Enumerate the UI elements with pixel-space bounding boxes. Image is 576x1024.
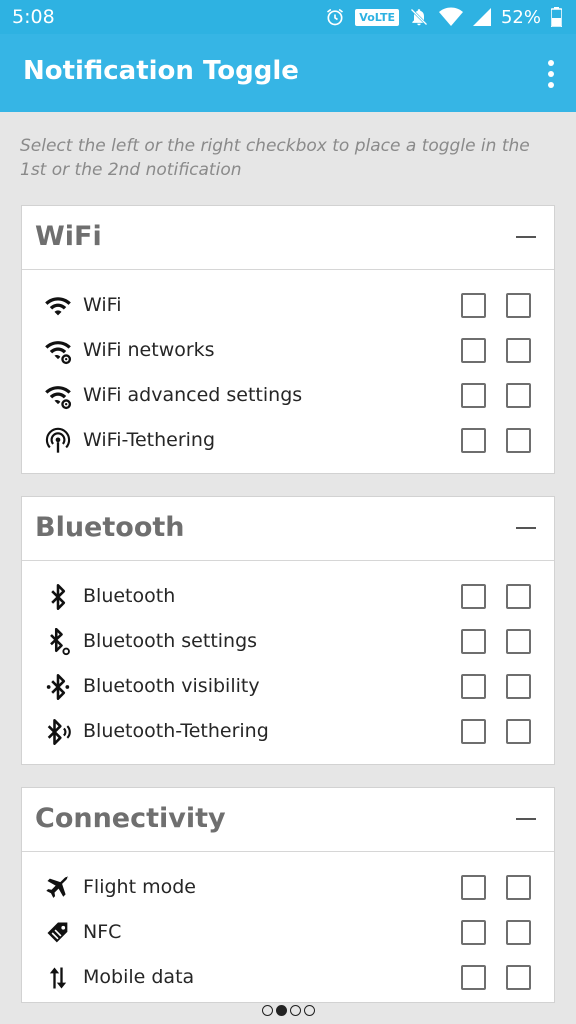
section-card-bluetooth: Bluetooth Bluetooth Bluetooth settings Blu… bbox=[21, 496, 555, 765]
first-notification-checkbox[interactable] bbox=[461, 584, 486, 609]
collapse-icon bbox=[516, 236, 536, 238]
toggle-row: WiFi-Tethering bbox=[22, 418, 554, 463]
nfc-icon bbox=[44, 919, 72, 947]
cell-signal-icon bbox=[472, 8, 491, 26]
second-notification-checkbox[interactable] bbox=[506, 719, 531, 744]
section-rows: WiFi WiFi networks WiFi advanced settings W… bbox=[22, 270, 554, 463]
toggle-label: Bluetooth-Tethering bbox=[83, 720, 269, 742]
first-notification-checkbox[interactable] bbox=[461, 674, 486, 699]
second-notification-checkbox[interactable] bbox=[506, 383, 531, 408]
toggle-row: WiFi bbox=[22, 283, 554, 328]
collapse-button[interactable] bbox=[506, 222, 546, 254]
section-header: Bluetooth bbox=[22, 497, 554, 561]
toggle-row: NFC bbox=[22, 910, 554, 955]
page-dot[interactable] bbox=[303, 1005, 315, 1016]
alarm-icon bbox=[327, 8, 344, 26]
section-title: Bluetooth bbox=[35, 512, 185, 543]
toggle-label: Flight mode bbox=[83, 876, 196, 898]
toggle-row: Bluetooth visibility bbox=[22, 664, 554, 709]
section-card-connectivity: Connectivity Flight mode NFC Mobile data bbox=[21, 787, 555, 1003]
second-notification-checkbox[interactable] bbox=[506, 875, 531, 900]
toggle-row: Bluetooth-Tethering bbox=[22, 709, 554, 754]
app-title: Notification Toggle bbox=[23, 56, 299, 86]
wifi-settings-icon bbox=[44, 337, 72, 365]
volte-badge: VoLTE bbox=[355, 8, 399, 26]
first-notification-checkbox[interactable] bbox=[461, 920, 486, 945]
toggle-label: Bluetooth visibility bbox=[83, 675, 260, 697]
section-card-wifi: WiFi WiFi WiFi networks WiFi advanced sett… bbox=[21, 205, 555, 474]
toggle-label: WiFi bbox=[83, 294, 122, 316]
first-notification-checkbox[interactable] bbox=[461, 338, 486, 363]
section-rows: Bluetooth Bluetooth settings Bluetooth vis… bbox=[22, 561, 554, 754]
toggle-row: Bluetooth bbox=[22, 574, 554, 619]
bluetooth-settings-icon bbox=[44, 627, 72, 656]
app-bar: Notification Toggle bbox=[0, 34, 576, 112]
status-icons: VoLTE 52% bbox=[325, 6, 562, 28]
toggle-label: Bluetooth settings bbox=[83, 630, 258, 652]
second-notification-checkbox[interactable] bbox=[506, 674, 531, 699]
second-notification-checkbox[interactable] bbox=[506, 338, 531, 363]
first-notification-checkbox[interactable] bbox=[461, 293, 486, 318]
page-dot[interactable] bbox=[261, 1005, 273, 1016]
status-bar: 5:08 VoLTE 52% bbox=[0, 0, 576, 34]
toggle-row: Bluetooth settings bbox=[22, 619, 554, 664]
battery-level: 52% bbox=[500, 6, 541, 28]
battery-icon bbox=[551, 7, 562, 27]
second-notification-checkbox[interactable] bbox=[506, 920, 531, 945]
collapse-icon bbox=[516, 527, 536, 529]
first-notification-checkbox[interactable] bbox=[461, 875, 486, 900]
bluetooth-tethering-icon bbox=[44, 718, 72, 746]
first-notification-checkbox[interactable] bbox=[461, 383, 486, 408]
hotspot-icon bbox=[44, 427, 72, 455]
first-notification-checkbox[interactable] bbox=[461, 629, 486, 654]
toggle-label: NFC bbox=[83, 921, 122, 943]
first-notification-checkbox[interactable] bbox=[461, 719, 486, 744]
page-indicator bbox=[0, 1005, 576, 1016]
second-notification-checkbox[interactable] bbox=[506, 584, 531, 609]
section-title: WiFi bbox=[35, 221, 102, 252]
more-vert-icon[interactable] bbox=[546, 60, 556, 88]
toggle-label: Mobile data bbox=[83, 966, 195, 988]
toggle-label: WiFi-Tethering bbox=[83, 429, 216, 451]
instructions-text: Select the left or the right checkbox to… bbox=[20, 136, 530, 180]
toggle-label: WiFi advanced settings bbox=[83, 384, 303, 406]
wifi-signal-icon bbox=[438, 7, 463, 26]
collapse-button[interactable] bbox=[506, 513, 546, 545]
first-notification-checkbox[interactable] bbox=[461, 965, 486, 990]
second-notification-checkbox[interactable] bbox=[506, 629, 531, 654]
toggle-row: WiFi networks bbox=[22, 328, 554, 373]
section-header: WiFi bbox=[22, 206, 554, 270]
second-notification-checkbox[interactable] bbox=[506, 965, 531, 990]
wifi-settings-icon bbox=[44, 382, 72, 410]
second-notification-checkbox[interactable] bbox=[506, 428, 531, 453]
first-notification-checkbox[interactable] bbox=[461, 428, 486, 453]
status-time: 5:08 bbox=[12, 6, 55, 28]
toggle-row: Flight mode bbox=[22, 865, 554, 910]
airplane-icon bbox=[44, 874, 72, 902]
section-title: Connectivity bbox=[35, 803, 226, 834]
toggle-label: WiFi networks bbox=[83, 339, 215, 361]
notifications-off-icon bbox=[410, 8, 428, 26]
toggle-label: Bluetooth bbox=[83, 585, 176, 607]
collapse-button[interactable] bbox=[506, 804, 546, 836]
mobile-data-icon bbox=[44, 964, 72, 992]
toggle-row: Mobile data bbox=[22, 955, 554, 1000]
page-dot[interactable] bbox=[275, 1005, 287, 1016]
toggle-row: WiFi advanced settings bbox=[22, 373, 554, 418]
section-rows: Flight mode NFC Mobile data bbox=[22, 852, 554, 1000]
wifi-icon bbox=[44, 292, 72, 320]
bluetooth-icon bbox=[44, 583, 72, 611]
second-notification-checkbox[interactable] bbox=[506, 293, 531, 318]
collapse-icon bbox=[516, 818, 536, 820]
bluetooth-visibility-icon bbox=[44, 673, 72, 701]
section-header: Connectivity bbox=[22, 788, 554, 852]
page-dot[interactable] bbox=[289, 1005, 301, 1016]
